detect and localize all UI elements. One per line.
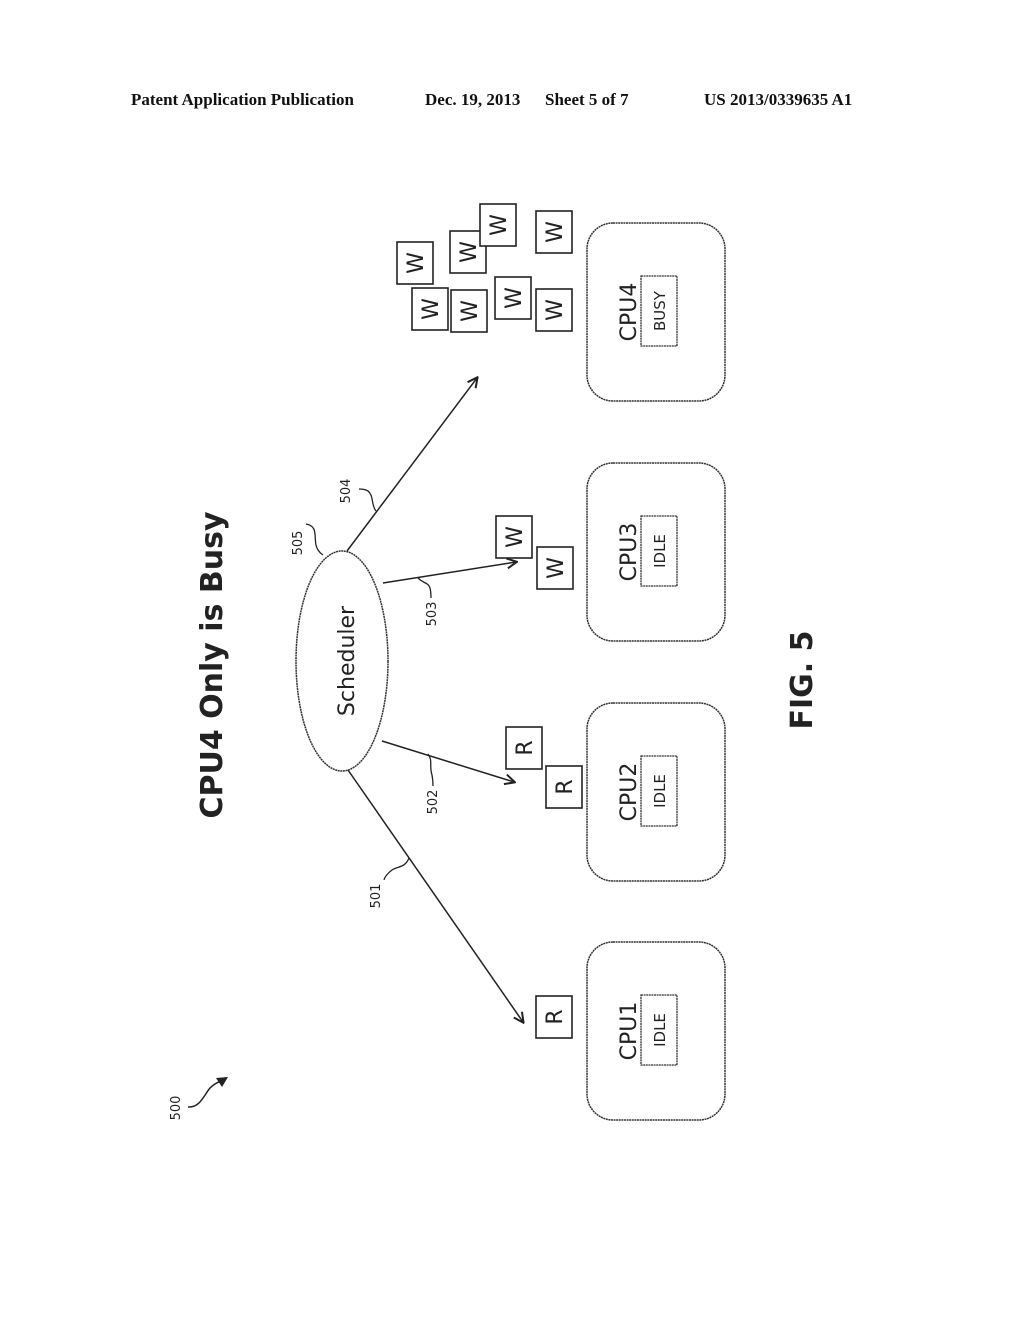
ref-501-text: 501 xyxy=(369,884,384,909)
figure-caption: FIG. 5 xyxy=(785,631,820,730)
ref-505-text: 505 xyxy=(291,531,306,556)
ref-503-leader xyxy=(417,577,432,599)
cpu-label: CPU1 xyxy=(617,1002,642,1061)
task-box-w: W xyxy=(411,287,449,331)
cpu-node-cpu2: CPU2 IDLE xyxy=(586,702,726,882)
cpu-node-cpu3: CPU3 IDLE xyxy=(586,462,726,642)
task-box-r: R xyxy=(505,726,543,770)
task-label: W xyxy=(419,298,444,320)
ref-502-text: 502 xyxy=(426,790,441,815)
task-box-w: W xyxy=(450,289,488,333)
cpu-status-label: BUSY xyxy=(651,290,669,331)
ref-503-text: 503 xyxy=(425,602,440,627)
cpu-node-cpu4: CPU4 BUSY xyxy=(586,222,726,402)
task-box-w: W xyxy=(494,276,532,320)
cpu-label: CPU2 xyxy=(617,763,642,822)
task-label: R xyxy=(543,1009,568,1024)
ref-501-leader xyxy=(383,857,410,881)
task-box-w: W xyxy=(535,210,573,254)
task-label: W xyxy=(503,526,528,548)
cpu-node-cpu1: CPU1 IDLE xyxy=(586,941,726,1121)
task-box-r: R xyxy=(545,765,583,809)
task-label: W xyxy=(502,287,527,309)
ref-504-leader xyxy=(358,488,377,512)
ref-505-leader xyxy=(305,523,324,556)
ref-500-text: 500 xyxy=(169,1096,184,1121)
arrow-504 xyxy=(346,378,477,552)
task-label: W xyxy=(544,557,569,579)
figure-title: CPU4 Only is Busy xyxy=(195,511,230,818)
task-label: W xyxy=(487,214,512,236)
task-box-w: W xyxy=(495,515,533,559)
cpu-status-label: IDLE xyxy=(651,1013,669,1047)
task-box-w: W xyxy=(479,203,517,247)
task-box-w: W xyxy=(535,288,573,332)
task-box-w: W xyxy=(396,241,434,285)
task-box-r: R xyxy=(535,995,573,1039)
task-box-w: W xyxy=(536,546,574,590)
arrow-503 xyxy=(382,562,516,584)
cpu-label: CPU3 xyxy=(617,523,642,582)
figure-diagram: CPU4 Only is Busy FIG. 5 500 Scheduler 5… xyxy=(169,203,820,1121)
ref-502-leader xyxy=(427,753,434,787)
task-label: W xyxy=(457,241,482,263)
task-label: R xyxy=(553,779,578,794)
task-label: R xyxy=(513,740,538,755)
ref-500-arrow-icon xyxy=(187,1080,223,1108)
scheduler-label: Scheduler xyxy=(335,605,360,716)
cpu-status-label: IDLE xyxy=(651,534,669,568)
task-label: W xyxy=(458,300,483,322)
task-label: W xyxy=(543,299,568,321)
cpu-label: CPU4 xyxy=(617,283,642,342)
ref-504-text: 504 xyxy=(339,479,354,504)
scheduler-node: Scheduler xyxy=(295,550,389,772)
ref-500-label: 500 xyxy=(169,1077,228,1120)
task-label: W xyxy=(543,221,568,243)
arrow-502 xyxy=(381,740,514,782)
cpu-status-label: IDLE xyxy=(651,774,669,808)
task-label: W xyxy=(404,252,429,274)
